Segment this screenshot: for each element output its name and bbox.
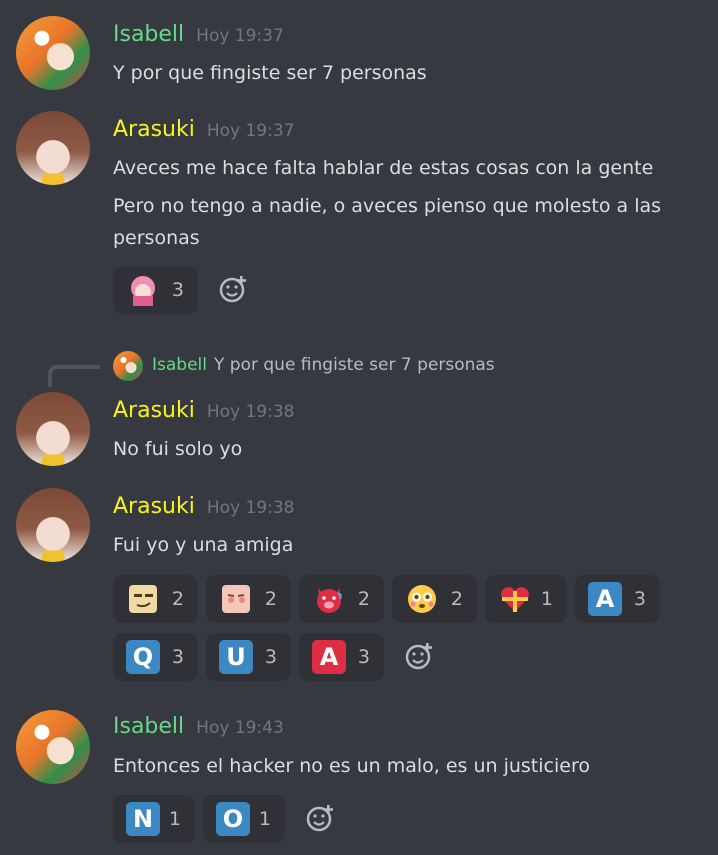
reaction-count: 3: [264, 646, 277, 668]
reaction[interactable]: 2: [113, 575, 198, 623]
add-reaction-icon[interactable]: [405, 641, 435, 671]
regional-n-emoji: N: [126, 802, 160, 836]
timestamp: Hoy 19:38: [206, 402, 295, 422]
reaction-count: 3: [171, 279, 184, 301]
message-text: Entonces el hacker no es un malo, es un …: [113, 755, 590, 777]
reaction-count: 2: [171, 588, 184, 610]
reaction-count: 1: [168, 808, 181, 830]
reply-author[interactable]: Isabell: [152, 355, 207, 375]
author-name[interactable]: Arasuki: [113, 494, 195, 519]
reaction-count: 2: [264, 588, 277, 610]
pink-hair-anime-emoji: [126, 273, 160, 307]
regional-a-emoji: A: [588, 582, 622, 616]
regional-o-emoji: O: [216, 802, 250, 836]
avatar[interactable]: [16, 392, 90, 466]
reaction-count: 3: [633, 588, 646, 610]
timestamp: Hoy 19:38: [206, 498, 295, 518]
reaction[interactable]: A 3: [299, 633, 384, 681]
author-name[interactable]: Arasuki: [113, 117, 195, 142]
reaction-count: 3: [171, 646, 184, 668]
flushed-face-emoji: [405, 582, 439, 616]
author-name[interactable]: Arasuki: [113, 398, 195, 423]
add-reaction-icon[interactable]: [306, 803, 336, 833]
timestamp: Hoy 19:43: [196, 718, 284, 738]
reaction-count: 1: [258, 808, 271, 830]
blushing-anime-emoji: [219, 582, 253, 616]
red-devil-pig-emoji: [312, 582, 346, 616]
reply-avatar[interactable]: [113, 351, 143, 381]
avatar[interactable]: [16, 710, 90, 784]
regional-u-emoji: U: [219, 640, 253, 674]
reaction-count: 2: [357, 588, 370, 610]
message-text: Aveces me hace falta hablar de estas cos…: [113, 157, 654, 179]
reaction[interactable]: 3: [113, 266, 198, 314]
regional-q-emoji: Q: [126, 640, 160, 674]
add-reaction-icon[interactable]: [219, 274, 249, 304]
reply-preview[interactable]: Y por que fingiste ser 7 personas: [214, 355, 495, 375]
smug-face-emoji: [126, 582, 160, 616]
avatar[interactable]: [16, 16, 90, 90]
reaction[interactable]: A 3: [575, 575, 660, 623]
avatar[interactable]: [16, 488, 90, 562]
message-text: personas: [113, 227, 200, 249]
reaction[interactable]: 2: [392, 575, 477, 623]
reaction-count: 1: [540, 588, 553, 610]
reaction[interactable]: 2: [206, 575, 291, 623]
message-text: Y por que fingiste ser 7 personas: [113, 62, 427, 84]
letter-a-red-emoji: A: [312, 640, 346, 674]
reply-connector: [48, 365, 100, 387]
author-name[interactable]: Isabell: [113, 22, 184, 47]
reaction-count: 3: [357, 646, 370, 668]
avatar[interactable]: [16, 111, 90, 185]
message-text: Fui yo y una amiga: [113, 534, 294, 556]
reaction[interactable]: 1: [485, 575, 567, 623]
reaction[interactable]: U 3: [206, 633, 291, 681]
author-name[interactable]: Isabell: [113, 714, 184, 739]
timestamp: Hoy 19:37: [206, 121, 295, 141]
reaction-count: 2: [450, 588, 463, 610]
timestamp: Hoy 19:37: [196, 26, 284, 46]
reaction[interactable]: 2: [299, 575, 384, 623]
message-text: Pero no tengo a nadie, o aveces pienso q…: [113, 195, 662, 217]
reaction[interactable]: Q 3: [113, 633, 198, 681]
reaction[interactable]: N 1: [113, 795, 195, 843]
reaction[interactable]: O 1: [203, 795, 285, 843]
message-text: No fui solo yo: [113, 438, 243, 460]
gift-heart-emoji: [498, 582, 532, 616]
